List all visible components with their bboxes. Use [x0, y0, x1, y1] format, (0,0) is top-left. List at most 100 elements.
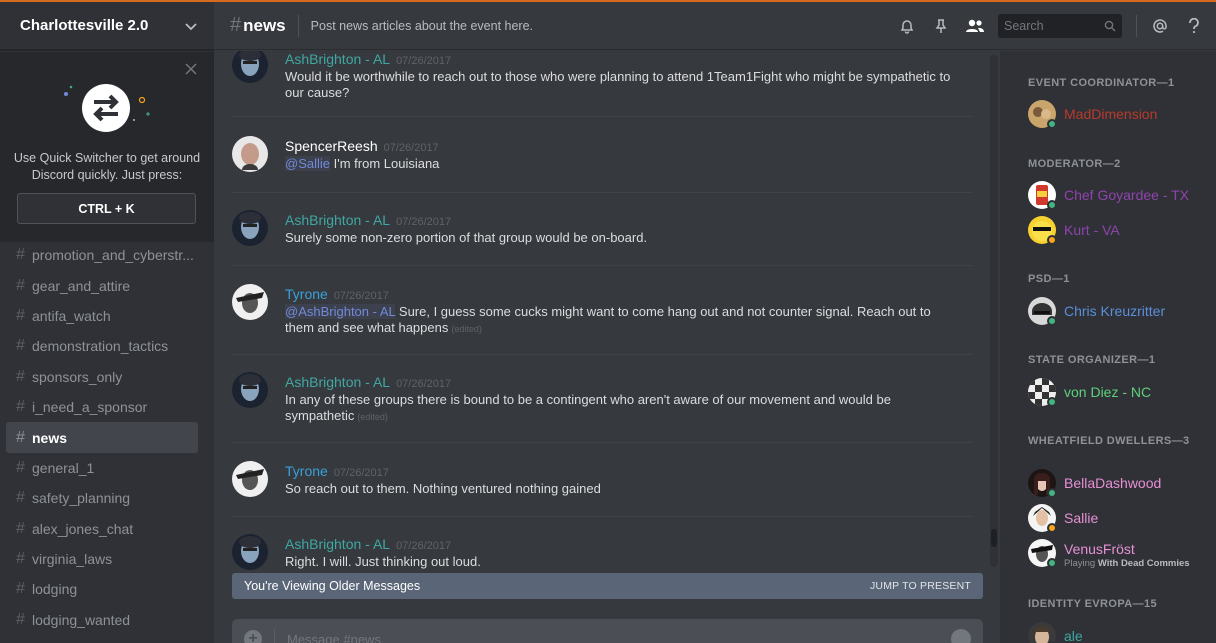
message-timestamp: 07/26/2017	[396, 216, 452, 228]
message-text: So reach out to them. Nothing ventured n…	[285, 481, 955, 497]
message-meta: Tyrone 07/26/2017	[285, 463, 389, 479]
chat-header: # news Post news articles about the even…	[214, 2, 1216, 50]
member-item[interactable]: BellaDashwood	[1028, 469, 1208, 501]
members-icon[interactable]	[965, 16, 985, 36]
avatar	[1028, 622, 1056, 643]
channel-label: promotion_and_cyberstr...	[32, 247, 194, 264]
message-text: @AshBrighton - AL Sure, I guess some cuc…	[285, 304, 955, 337]
status-online-indicator	[1047, 200, 1057, 210]
channel-promotion[interactable]: # promotion_and_cyberstr...	[6, 240, 198, 270]
member-name: ale	[1064, 628, 1083, 643]
channel-gear_and_attire[interactable]: # gear_and_attire	[6, 270, 198, 300]
header-toolbar: Search	[890, 2, 1216, 50]
message-divider	[232, 442, 972, 443]
avatar[interactable]	[232, 51, 268, 83]
jump-to-present-button[interactable]: JUMP TO PRESENT	[870, 580, 971, 592]
edited-label: (edited)	[451, 324, 482, 334]
message-timestamp: 07/26/2017	[333, 467, 389, 479]
message-author[interactable]: SpencerReesh	[285, 138, 378, 154]
channel-i_need_a_sponsor[interactable]: # i_need_a_sponsor	[6, 392, 198, 422]
channel-demonstration_tactics[interactable]: # demonstration_tactics	[6, 331, 198, 361]
quick-switcher-shortcut[interactable]: CTRL + K	[17, 193, 196, 224]
hash-icon: #	[16, 246, 25, 264]
search-box[interactable]: Search	[998, 14, 1122, 38]
channel-safety_planning[interactable]: # safety_planning	[6, 483, 198, 513]
older-messages-bar: You're Viewing Older Messages JUMP TO PR…	[232, 573, 983, 599]
message-text: Would it be worthwhile to reach out to t…	[285, 69, 955, 101]
message-timestamp: 07/26/2017	[396, 378, 452, 390]
member-item[interactable]: Kurt - VA	[1028, 216, 1208, 248]
chevron-down-icon[interactable]	[184, 19, 198, 33]
channel-label: demonstration_tactics	[32, 338, 169, 355]
scrollbar-track	[990, 55, 998, 567]
avatar[interactable]	[232, 210, 268, 246]
member-name: MadDimension	[1064, 106, 1158, 122]
message-input[interactable]	[287, 631, 951, 643]
channel-virginia_laws[interactable]: # virginia_laws	[6, 544, 198, 574]
avatar[interactable]	[232, 136, 268, 172]
channel-hash-icon: #	[230, 14, 242, 36]
message-timestamp: 07/26/2017	[333, 290, 389, 302]
avatar[interactable]	[232, 372, 268, 408]
member-item[interactable]: MadDimension	[1028, 100, 1208, 132]
message-author[interactable]: Tyrone	[285, 286, 328, 302]
avatar[interactable]	[232, 461, 268, 497]
message-divider	[232, 192, 972, 193]
message-author[interactable]: AshBrighton - AL	[285, 212, 390, 228]
help-icon[interactable]	[1184, 16, 1204, 36]
channel-lodging_wanted[interactable]: # lodging_wanted	[6, 605, 198, 635]
header-divider	[1136, 15, 1137, 37]
pin-icon[interactable]	[931, 16, 951, 36]
channel-list: #flags_banners_signs #promotion_and_cybe…	[0, 219, 214, 635]
message-author[interactable]: AshBrighton - AL	[285, 536, 390, 552]
channel-lodging[interactable]: # lodging	[6, 574, 198, 604]
at-icon[interactable]	[1150, 16, 1170, 36]
message-list[interactable]: AshBrighton - AL 07/26/2017 Would it be w…	[214, 51, 988, 571]
activity-game: With Dead Commies	[1097, 558, 1190, 569]
avatar[interactable]	[232, 284, 268, 320]
member-item[interactable]: Sallie	[1028, 504, 1208, 536]
member-item[interactable]: Chef Goyardee - TX	[1028, 181, 1208, 213]
channel-label: lodging	[32, 581, 78, 598]
message-author[interactable]: AshBrighton - AL	[285, 51, 390, 67]
hash-icon: #	[16, 367, 25, 385]
channel-antifa_watch[interactable]: # antifa_watch	[6, 301, 198, 331]
emoji-icon[interactable]	[951, 629, 971, 643]
status-online-indicator	[1047, 488, 1057, 498]
channel-label: lodging_wanted	[32, 611, 131, 628]
member-category-title: MODERATOR—2	[1028, 158, 1121, 170]
hash-icon: #	[16, 580, 25, 598]
message-divider	[232, 265, 972, 266]
avatar[interactable]	[232, 534, 268, 570]
channel-general_1[interactable]: # general_1	[6, 453, 198, 483]
close-icon[interactable]	[184, 62, 198, 76]
user-mention[interactable]: @Sallie	[285, 156, 330, 171]
channel-topic: Post news articles about the event here.	[310, 18, 534, 33]
member-name: Chef Goyardee - TX	[1064, 187, 1190, 203]
hash-icon: #	[16, 398, 25, 416]
notification-bell-icon[interactable]	[897, 16, 917, 36]
message-text: @Sallie I'm from Louisiana	[285, 156, 955, 172]
channel-news[interactable]: # news	[6, 422, 198, 453]
channel-sponsors_only[interactable]: # sponsors_only	[6, 362, 198, 392]
hash-icon: #	[16, 489, 25, 507]
channel-alex_jones_chat[interactable]: # alex_jones_chat	[6, 514, 198, 544]
member-item[interactable]: VenusFröst Playing With Dead Commies	[1028, 539, 1208, 571]
message-scrollbar[interactable]	[988, 51, 1000, 571]
member-category-title: IDENTITY EVROPA—15	[1028, 598, 1158, 610]
channel-label: alex_jones_chat	[32, 520, 134, 537]
member-name: Chris Kreuzritter	[1064, 303, 1166, 319]
message-author[interactable]: Tyrone	[285, 463, 328, 479]
scrollbar-thumb[interactable]	[991, 529, 997, 547]
upload-plus-icon[interactable]: +	[244, 630, 262, 643]
message-author[interactable]: AshBrighton - AL	[285, 374, 390, 390]
member-item[interactable]: ale	[1028, 622, 1208, 643]
member-item[interactable]: Chris Kreuzritter	[1028, 297, 1208, 329]
member-name: Sallie	[1064, 510, 1099, 526]
user-mention[interactable]: @AshBrighton - AL	[285, 304, 396, 319]
member-item[interactable]: von Diez - NC	[1028, 378, 1208, 410]
quick-switcher-icon	[64, 84, 150, 132]
search-placeholder: Search	[1004, 19, 1044, 33]
channel-label: safety_planning	[32, 490, 131, 507]
guild-header[interactable]: Charlottesville 2.0	[0, 2, 214, 50]
